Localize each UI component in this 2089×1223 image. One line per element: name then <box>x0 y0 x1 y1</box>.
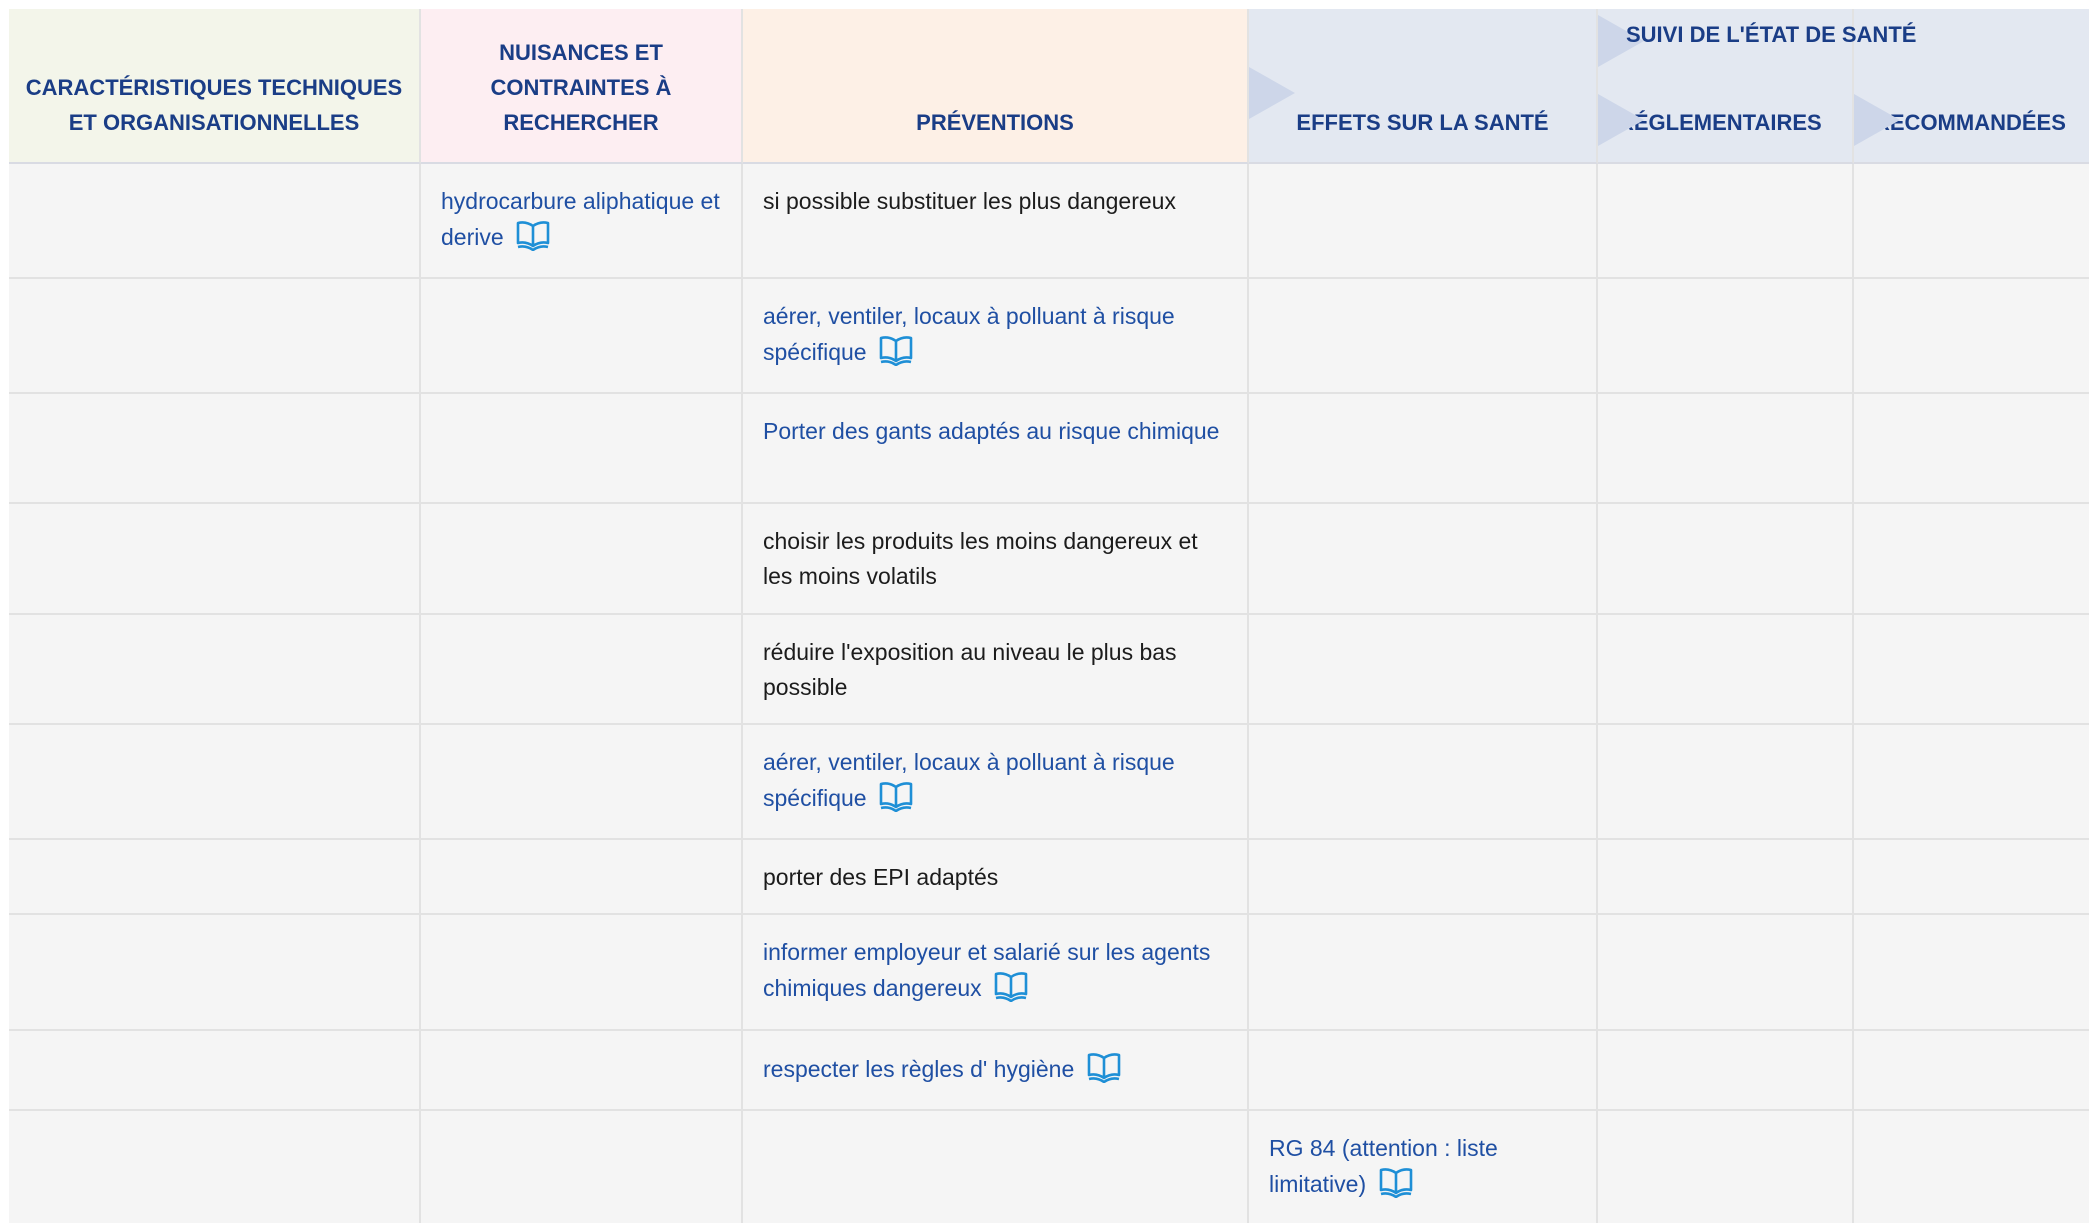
row10-effet: RG 84 (attention : liste limitative) <box>1249 1111 1598 1223</box>
row2-effet <box>1249 279 1598 394</box>
row5-effet <box>1249 615 1598 725</box>
row1-effet <box>1249 164 1598 279</box>
header-recommandees-label: RECOMMANDÉES <box>1874 110 2066 135</box>
row4-nuisance <box>421 504 743 615</box>
row8-tech <box>9 915 421 1031</box>
row6-tech <box>9 725 421 840</box>
risk-table: CARACTÉRISTIQUES TECHNIQUES ET ORGANISAT… <box>9 9 2089 1223</box>
header-effets-label: EFFETS SUR LA SANTÉ <box>1296 110 1549 135</box>
page: CARACTÉRISTIQUES TECHNIQUES ET ORGANISAT… <box>0 0 2089 1223</box>
header-tech: CARACTÉRISTIQUES TECHNIQUES ET ORGANISAT… <box>9 9 421 164</box>
row9-rec <box>1854 1031 2089 1111</box>
book-open-icon[interactable] <box>516 219 550 251</box>
prevention-text: choisir les produits les moins dangereux… <box>763 528 1198 589</box>
row6-nuisance <box>421 725 743 840</box>
row10-nuisance <box>421 1111 743 1223</box>
chevron-arrow-icon <box>1854 94 1900 146</box>
nuisance-link[interactable]: hydrocarbure aliphatique et derive <box>441 188 720 250</box>
book-open-icon[interactable] <box>879 334 913 366</box>
prevention-text: porter des EPI adaptés <box>763 864 999 890</box>
header-preventions-label: PRÉVENTIONS <box>916 110 1074 135</box>
row4-rec <box>1854 504 2089 615</box>
row8-rec <box>1854 915 2089 1031</box>
row8-prevention: informer employeur et salarié sur les ag… <box>743 915 1249 1031</box>
header-tech-label: CARACTÉRISTIQUES TECHNIQUES ET ORGANISAT… <box>25 75 403 135</box>
row5-rec <box>1854 615 2089 725</box>
row7-effet <box>1249 840 1598 915</box>
header-preventions: PRÉVENTIONS <box>743 9 1249 164</box>
row7-tech <box>9 840 421 915</box>
header-nuisances: NUISANCES ET CONTRAINTES À RECHERCHER <box>421 9 743 164</box>
row2-nuisance <box>421 279 743 394</box>
row7-rec <box>1854 840 2089 915</box>
row10-tech <box>9 1111 421 1223</box>
row3-reg <box>1598 394 1854 504</box>
row9-reg <box>1598 1031 1854 1111</box>
row1-prevention: si possible substituer les plus dangereu… <box>743 164 1249 279</box>
risk-table-grid: CARACTÉRISTIQUES TECHNIQUES ET ORGANISAT… <box>9 9 2089 1223</box>
row8-reg <box>1598 915 1854 1031</box>
row5-tech <box>9 615 421 725</box>
chevron-arrow-icon <box>1598 94 1644 146</box>
prevention-text: si possible substituer les plus dangereu… <box>763 188 1176 214</box>
row4-effet <box>1249 504 1598 615</box>
row7-nuisance <box>421 840 743 915</box>
header-suivi-group: SUIVI DE L'ÉTAT DE SANTÉ <box>1626 22 1917 47</box>
row3-nuisance <box>421 394 743 504</box>
header-reglementaires-label: RÉGLEMENTAIRES <box>1618 110 1822 135</box>
row6-effet <box>1249 725 1598 840</box>
row8-nuisance <box>421 915 743 1031</box>
row10-rec <box>1854 1111 2089 1223</box>
book-open-icon[interactable] <box>879 780 913 812</box>
prevention-link[interactable]: informer employeur et salarié sur les ag… <box>763 939 1210 1001</box>
row4-prevention: choisir les produits les moins dangereux… <box>743 504 1249 615</box>
header-nuisances-label: NUISANCES ET CONTRAINTES À RECHERCHER <box>490 40 672 135</box>
book-open-icon[interactable] <box>1379 1166 1413 1198</box>
chevron-arrow-icon <box>1249 67 1295 119</box>
row5-prevention: réduire l'exposition au niveau le plus b… <box>743 615 1249 725</box>
row9-effet <box>1249 1031 1598 1111</box>
row2-reg <box>1598 279 1854 394</box>
row9-tech <box>9 1031 421 1111</box>
row9-prevention: respecter les règles d' hygiène <box>743 1031 1249 1111</box>
row4-tech <box>9 504 421 615</box>
row2-prevention: aérer, ventiler, locaux à polluant à ris… <box>743 279 1249 394</box>
prevention-text: réduire l'exposition au niveau le plus b… <box>763 639 1177 700</box>
row2-tech <box>9 279 421 394</box>
row1-reg <box>1598 164 1854 279</box>
row9-nuisance <box>421 1031 743 1111</box>
book-open-icon[interactable] <box>994 970 1028 1002</box>
prevention-link[interactable]: respecter les règles d' hygiène <box>763 1056 1074 1082</box>
prevention-link[interactable]: Porter des gants adaptés au risque chimi… <box>763 418 1219 444</box>
row7-prevention: porter des EPI adaptés <box>743 840 1249 915</box>
row3-prevention: Porter des gants adaptés au risque chimi… <box>743 394 1249 504</box>
row7-reg <box>1598 840 1854 915</box>
row3-effet <box>1249 394 1598 504</box>
row5-nuisance <box>421 615 743 725</box>
book-open-icon[interactable] <box>1087 1051 1121 1083</box>
row6-prevention: aérer, ventiler, locaux à polluant à ris… <box>743 725 1249 840</box>
header-effets: EFFETS SUR LA SANTÉ <box>1249 9 1598 164</box>
prevention-link[interactable]: aérer, ventiler, locaux à polluant à ris… <box>763 749 1175 811</box>
row3-tech <box>9 394 421 504</box>
row1-nuisance: hydrocarbure aliphatique et derive <box>421 164 743 279</box>
row10-prevention <box>743 1111 1249 1223</box>
row2-rec <box>1854 279 2089 394</box>
row8-effet <box>1249 915 1598 1031</box>
prevention-link[interactable]: aérer, ventiler, locaux à polluant à ris… <box>763 303 1175 365</box>
row4-reg <box>1598 504 1854 615</box>
row5-reg <box>1598 615 1854 725</box>
row1-tech <box>9 164 421 279</box>
row6-rec <box>1854 725 2089 840</box>
row10-reg <box>1598 1111 1854 1223</box>
row6-reg <box>1598 725 1854 840</box>
row1-rec <box>1854 164 2089 279</box>
row3-rec <box>1854 394 2089 504</box>
